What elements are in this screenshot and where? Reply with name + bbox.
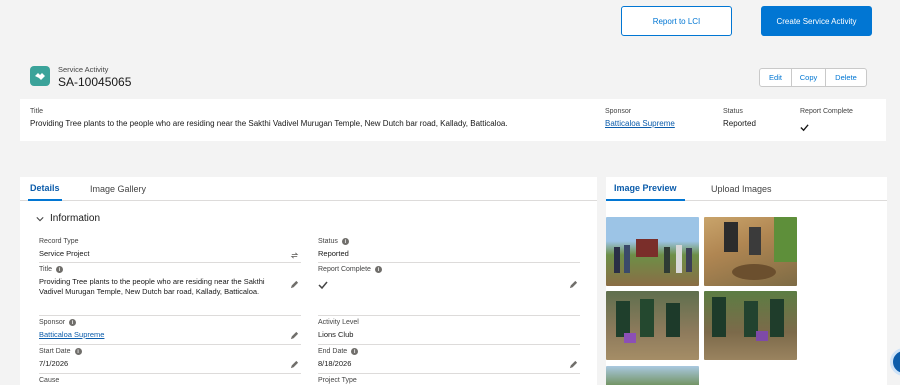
start-date-value: 7/1/2026: [39, 359, 69, 368]
sponsor-link[interactable]: Batticaloa Supreme: [39, 330, 301, 340]
photo-thumbnail[interactable]: [704, 291, 797, 360]
activity-level-value: Lions Club: [318, 330, 354, 339]
tab-image-preview[interactable]: Image Preview: [606, 177, 685, 201]
highlight-report-complete-label: Report Complete: [800, 108, 853, 115]
highlight-title-value: Providing Tree plants to the people who …: [30, 119, 508, 128]
status-label-row: Status i: [318, 238, 580, 245]
title-label-row: Title i: [39, 266, 301, 273]
delete-button[interactable]: Delete: [825, 68, 867, 87]
field-end-date: End Date i 8/18/2026: [318, 348, 580, 374]
title-label: Title: [39, 266, 52, 273]
information-section-title: Information: [50, 213, 101, 224]
image-card: Image Preview Upload Images: [606, 177, 887, 385]
cause-label: Cause: [39, 377, 60, 384]
sponsor-label: Sponsor: [39, 319, 66, 326]
create-service-activity-button[interactable]: Create Service Activity: [761, 6, 872, 36]
copy-button[interactable]: Copy: [791, 68, 826, 87]
checkmark-icon: [318, 277, 580, 295]
highlight-status-label: Status: [723, 108, 743, 115]
help-bubble-icon[interactable]: [890, 348, 900, 376]
tab-upload-images[interactable]: Upload Images: [704, 177, 779, 201]
report-complete-label: Report Complete: [318, 266, 371, 273]
photo-thumbnail[interactable]: [704, 217, 797, 286]
pencil-icon[interactable]: [569, 280, 578, 289]
field-status: Status i Reported: [318, 238, 580, 263]
activity-level-label: Activity Level: [318, 319, 359, 326]
photo-thumbnail[interactable]: [606, 291, 699, 360]
title-value: Providing Tree plants to the people who …: [39, 277, 265, 296]
info-icon[interactable]: i: [74, 348, 82, 355]
end-date-value: 8/18/2026: [318, 359, 352, 368]
status-value: Reported: [318, 249, 349, 258]
highlights-panel: Title Providing Tree plants to the peopl…: [20, 99, 886, 141]
edit-button[interactable]: Edit: [759, 68, 792, 87]
pencil-icon[interactable]: [290, 331, 299, 340]
info-icon[interactable]: i: [351, 348, 359, 355]
field-report-complete: Report Complete i: [318, 266, 580, 316]
field-sponsor: Sponsor i Batticaloa Supreme: [39, 319, 301, 345]
info-icon[interactable]: i: [341, 238, 349, 245]
record-type-value: Service Project: [39, 249, 90, 258]
report-complete-label-row: Report Complete i: [318, 266, 580, 273]
highlight-title-label: Title: [30, 108, 43, 115]
report-to-lci-button[interactable]: Report to LCI: [621, 6, 732, 36]
tab-image-gallery[interactable]: Image Gallery: [88, 177, 148, 201]
pencil-icon[interactable]: [569, 360, 578, 369]
info-icon[interactable]: i: [69, 319, 77, 326]
info-icon[interactable]: i: [55, 266, 63, 273]
start-date-label-row: Start Date i: [39, 348, 301, 355]
record-type-label: Record Type: [39, 238, 79, 245]
photo-thumbnail[interactable]: [606, 217, 699, 286]
end-date-label-row: End Date i: [318, 348, 580, 355]
details-card: Details Image Gallery Information Record…: [20, 177, 597, 385]
chevron-down-icon: [36, 216, 44, 221]
sponsor-label-row: Sponsor i: [39, 319, 301, 326]
change-record-type-icon[interactable]: [290, 251, 299, 260]
info-icon[interactable]: i: [374, 266, 382, 273]
pencil-icon[interactable]: [290, 360, 299, 369]
status-label: Status: [318, 238, 338, 245]
pencil-icon[interactable]: [290, 280, 299, 289]
end-date-label: End Date: [318, 348, 348, 355]
photo-thumbnail[interactable]: [606, 366, 699, 385]
project-type-label: Project Type: [318, 377, 357, 384]
record-name: SA-10045065: [58, 75, 132, 89]
image-tabs: Image Preview Upload Images: [606, 177, 887, 201]
record-action-group: Edit Copy Delete: [759, 68, 867, 87]
field-title: Title i Providing Tree plants to the peop…: [39, 266, 301, 316]
information-section-header[interactable]: Information: [36, 213, 100, 224]
handshake-icon: [30, 66, 50, 86]
highlight-sponsor-label: Sponsor: [605, 108, 632, 115]
tab-details[interactable]: Details: [28, 177, 62, 201]
highlight-sponsor-link[interactable]: Batticaloa Supreme: [605, 119, 675, 128]
record-type-label: Service Activity: [58, 65, 109, 74]
details-tabs: Details Image Gallery: [20, 177, 597, 201]
checkmark-icon: [800, 119, 809, 137]
field-activity-level: Activity Level Lions Club: [318, 319, 580, 345]
start-date-label: Start Date: [39, 348, 71, 355]
highlight-status-value: Reported: [723, 119, 756, 128]
field-start-date: Start Date i 7/1/2026: [39, 348, 301, 374]
field-record-type: Record Type Service Project: [39, 238, 301, 263]
